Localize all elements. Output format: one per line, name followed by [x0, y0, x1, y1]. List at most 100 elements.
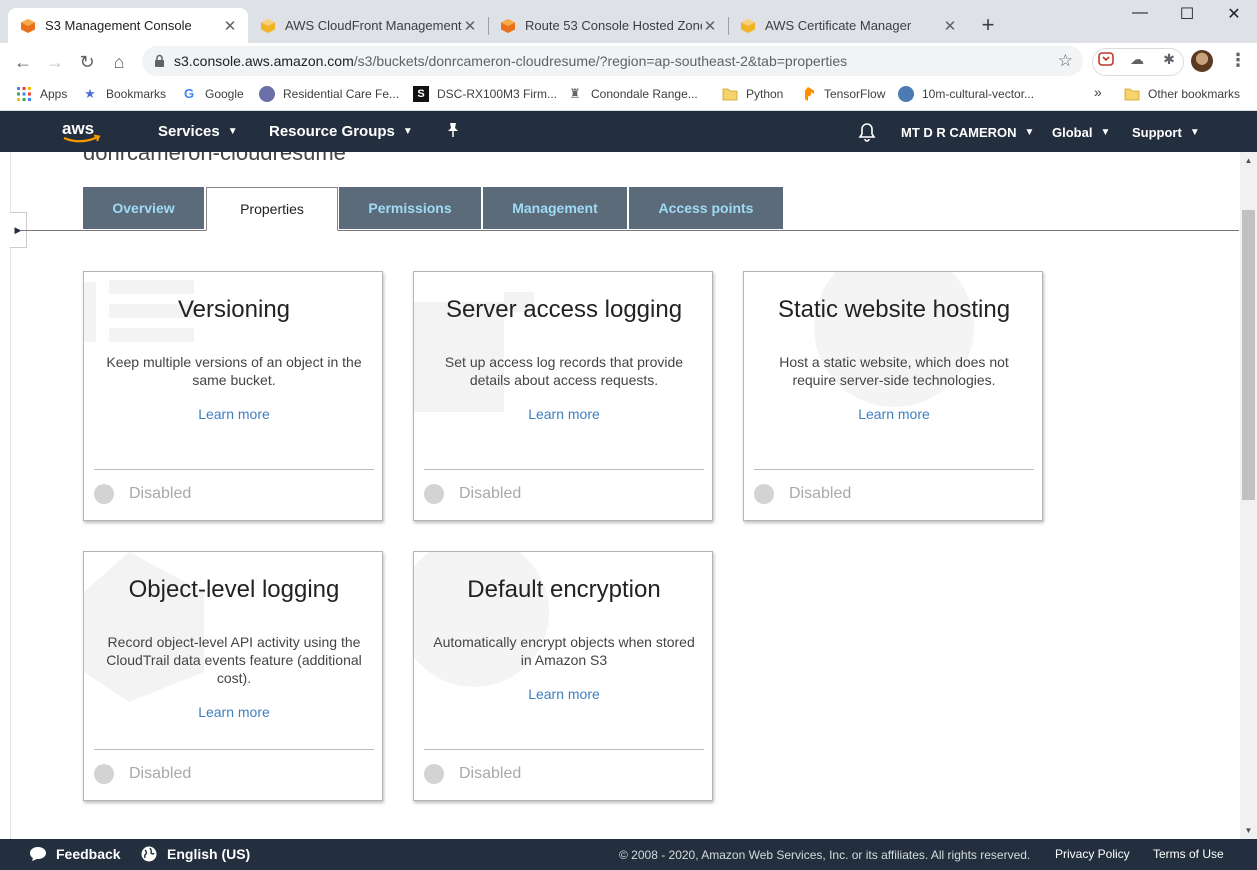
aws-footer: Feedback English (US) © 2008 - 2020, Ama… — [0, 839, 1257, 870]
bookmark-10m-cultural[interactable]: 10m-cultural-vector... — [898, 86, 1034, 102]
browser-tab-cloudfront[interactable]: AWS CloudFront Management Co ✕ — [248, 8, 488, 43]
bookmark-dsc-rx100m3[interactable]: S DSC-RX100M3 Firm... — [413, 86, 557, 102]
browser-tab-title: S3 Management Console — [45, 18, 192, 33]
globe-icon — [259, 86, 275, 102]
default-encryption-card[interactable]: Default encryption Automatically encrypt… — [413, 551, 713, 801]
resource-groups-menu[interactable]: Resource Groups ▼ — [269, 123, 413, 140]
chevron-down-icon: ▼ — [1189, 127, 1200, 138]
terms-of-use-link[interactable]: Terms of Use — [1153, 847, 1224, 861]
url-text: s3.console.aws.amazon.com/s3/buckets/don… — [174, 53, 847, 69]
region-menu[interactable]: Global ▼ — [1052, 125, 1110, 140]
bookmarks-overflow-button[interactable]: » — [1094, 84, 1102, 100]
copyright-text: © 2008 - 2020, Amazon Web Services, Inc.… — [619, 848, 1031, 862]
forward-arrow-icon[interactable]: → — [42, 49, 68, 75]
back-arrow-icon[interactable]: ← — [10, 49, 36, 75]
browser-tab-acm[interactable]: AWS Certificate Manager ✕ — [728, 8, 968, 43]
tab-access-points[interactable]: Access points — [629, 187, 784, 229]
learn-more-link[interactable]: Learn more — [414, 406, 712, 422]
bookmark-bookmarks[interactable]: ★ Bookmarks — [82, 86, 166, 102]
bookmark-apps[interactable]: Apps — [16, 86, 67, 102]
pin-icon[interactable] — [446, 122, 460, 142]
reload-icon[interactable]: ↻ — [74, 49, 100, 75]
card-divider — [754, 469, 1034, 470]
bookmark-label: Conondale Range... — [591, 87, 698, 101]
bookmark-label: Residential Care Fe... — [283, 87, 400, 101]
learn-more-link[interactable]: Learn more — [414, 686, 712, 702]
close-icon[interactable]: ✕ — [462, 17, 478, 35]
bookmark-star-icon[interactable]: ☆ — [1058, 51, 1073, 71]
chevron-down-icon: ▼ — [227, 126, 238, 137]
server-access-logging-card[interactable]: Server access logging Set up access log … — [413, 271, 713, 521]
bookmark-label: Bookmarks — [106, 87, 167, 101]
bookmark-label: Python — [746, 87, 784, 101]
close-icon[interactable]: ✕ — [702, 17, 718, 35]
radio-button[interactable] — [94, 484, 114, 504]
object-level-logging-card[interactable]: Object-level logging Record object-level… — [83, 551, 383, 801]
scroll-up-arrow-icon[interactable]: ▲ — [1240, 152, 1257, 169]
chevron-down-icon: ▼ — [1024, 127, 1035, 138]
privacy-policy-link[interactable]: Privacy Policy — [1055, 847, 1130, 861]
bookmark-python[interactable]: Python — [722, 86, 783, 102]
browser-tab-s3[interactable]: S3 Management Console ✕ — [8, 8, 248, 43]
tab-overview[interactable]: Overview — [83, 187, 205, 229]
scroll-down-arrow-icon[interactable]: ▼ — [1240, 822, 1257, 839]
versioning-card[interactable]: Versioning Keep multiple versions of an … — [83, 271, 383, 521]
radio-button[interactable] — [424, 484, 444, 504]
radio-button[interactable] — [424, 764, 444, 784]
aws-logo[interactable]: aws — [60, 117, 104, 145]
chevron-down-icon: ▼ — [1100, 127, 1111, 138]
address-bar[interactable]: s3.console.aws.amazon.com/s3/buckets/don… — [142, 46, 1083, 76]
learn-more-link[interactable]: Learn more — [84, 704, 382, 720]
bookmark-label: DSC-RX100M3 Firm... — [437, 87, 558, 101]
tab-properties[interactable]: Properties — [206, 187, 338, 231]
home-icon[interactable]: ⌂ — [106, 49, 132, 75]
card-title: Server access logging — [445, 296, 683, 323]
lock-icon — [155, 54, 164, 67]
folder-icon — [1124, 88, 1140, 101]
bookmark-label: Apps — [40, 87, 68, 101]
scrollbar-thumb[interactable] — [1242, 210, 1255, 500]
card-divider — [94, 749, 374, 750]
resource-groups-label: Resource Groups — [269, 123, 395, 140]
notifications-bell-icon[interactable] — [858, 122, 876, 146]
other-bookmarks-folder[interactable]: Other bookmarks — [1124, 86, 1240, 102]
close-icon[interactable]: ✕ — [222, 17, 238, 35]
bookmark-conondale[interactable]: ♜ Conondale Range... — [567, 86, 698, 102]
browser-menu-icon[interactable]: ⋮ — [1229, 50, 1247, 71]
feedback-button[interactable]: Feedback — [29, 846, 121, 862]
page-scrollbar[interactable]: ▲ ▼ — [1240, 152, 1257, 839]
radio-button[interactable] — [94, 764, 114, 784]
aws-cloudfront-favicon — [261, 18, 275, 33]
window-close-button[interactable]: ✕ — [1219, 4, 1249, 28]
support-menu[interactable]: Support ▼ — [1132, 125, 1200, 140]
services-menu[interactable]: Services ▼ — [158, 123, 238, 140]
browser-tab-strip: S3 Management Console ✕ AWS CloudFront M… — [0, 0, 1257, 43]
learn-more-link[interactable]: Learn more — [84, 406, 382, 422]
account-name: MT D R CAMERON — [901, 125, 1017, 140]
account-menu[interactable]: MT D R CAMERON ▼ — [901, 125, 1034, 140]
bookmark-tensorflow[interactable]: TensorFlow — [800, 86, 885, 102]
tab-permissions[interactable]: Permissions — [339, 187, 482, 229]
close-icon[interactable]: ✕ — [942, 17, 958, 35]
content-left-border — [10, 152, 11, 839]
globe-icon — [898, 86, 914, 102]
card-description: Record object-level API activity using t… — [106, 634, 362, 686]
window-minimize-button[interactable]: — — [1125, 4, 1155, 28]
browser-tab-route53[interactable]: Route 53 Console Hosted Zones ✕ — [488, 8, 728, 43]
language-selector[interactable]: English (US) — [141, 846, 250, 862]
window-maximize-button[interactable]: ☐ — [1172, 4, 1202, 28]
radio-button[interactable] — [754, 484, 774, 504]
feedback-label: Feedback — [56, 846, 121, 862]
profile-avatar[interactable] — [1191, 50, 1213, 72]
aws-route53-favicon — [501, 18, 515, 33]
bucket-title: donrcameron-cloudresume — [83, 152, 346, 165]
bookmark-google[interactable]: G Google — [181, 86, 244, 102]
new-tab-button[interactable]: + — [975, 13, 1001, 39]
static-website-hosting-card[interactable]: Static website hosting Host a static web… — [743, 271, 1043, 521]
bookmark-residential-care[interactable]: Residential Care Fe... — [259, 86, 399, 102]
bookmark-label: Other bookmarks — [1148, 87, 1241, 101]
aws-top-nav: aws Services ▼ Resource Groups ▼ MT D R CA… — [0, 111, 1257, 152]
learn-more-link[interactable]: Learn more — [744, 406, 1042, 422]
tab-management[interactable]: Management — [483, 187, 628, 229]
bookmark-label: 10m-cultural-vector... — [922, 87, 1035, 101]
